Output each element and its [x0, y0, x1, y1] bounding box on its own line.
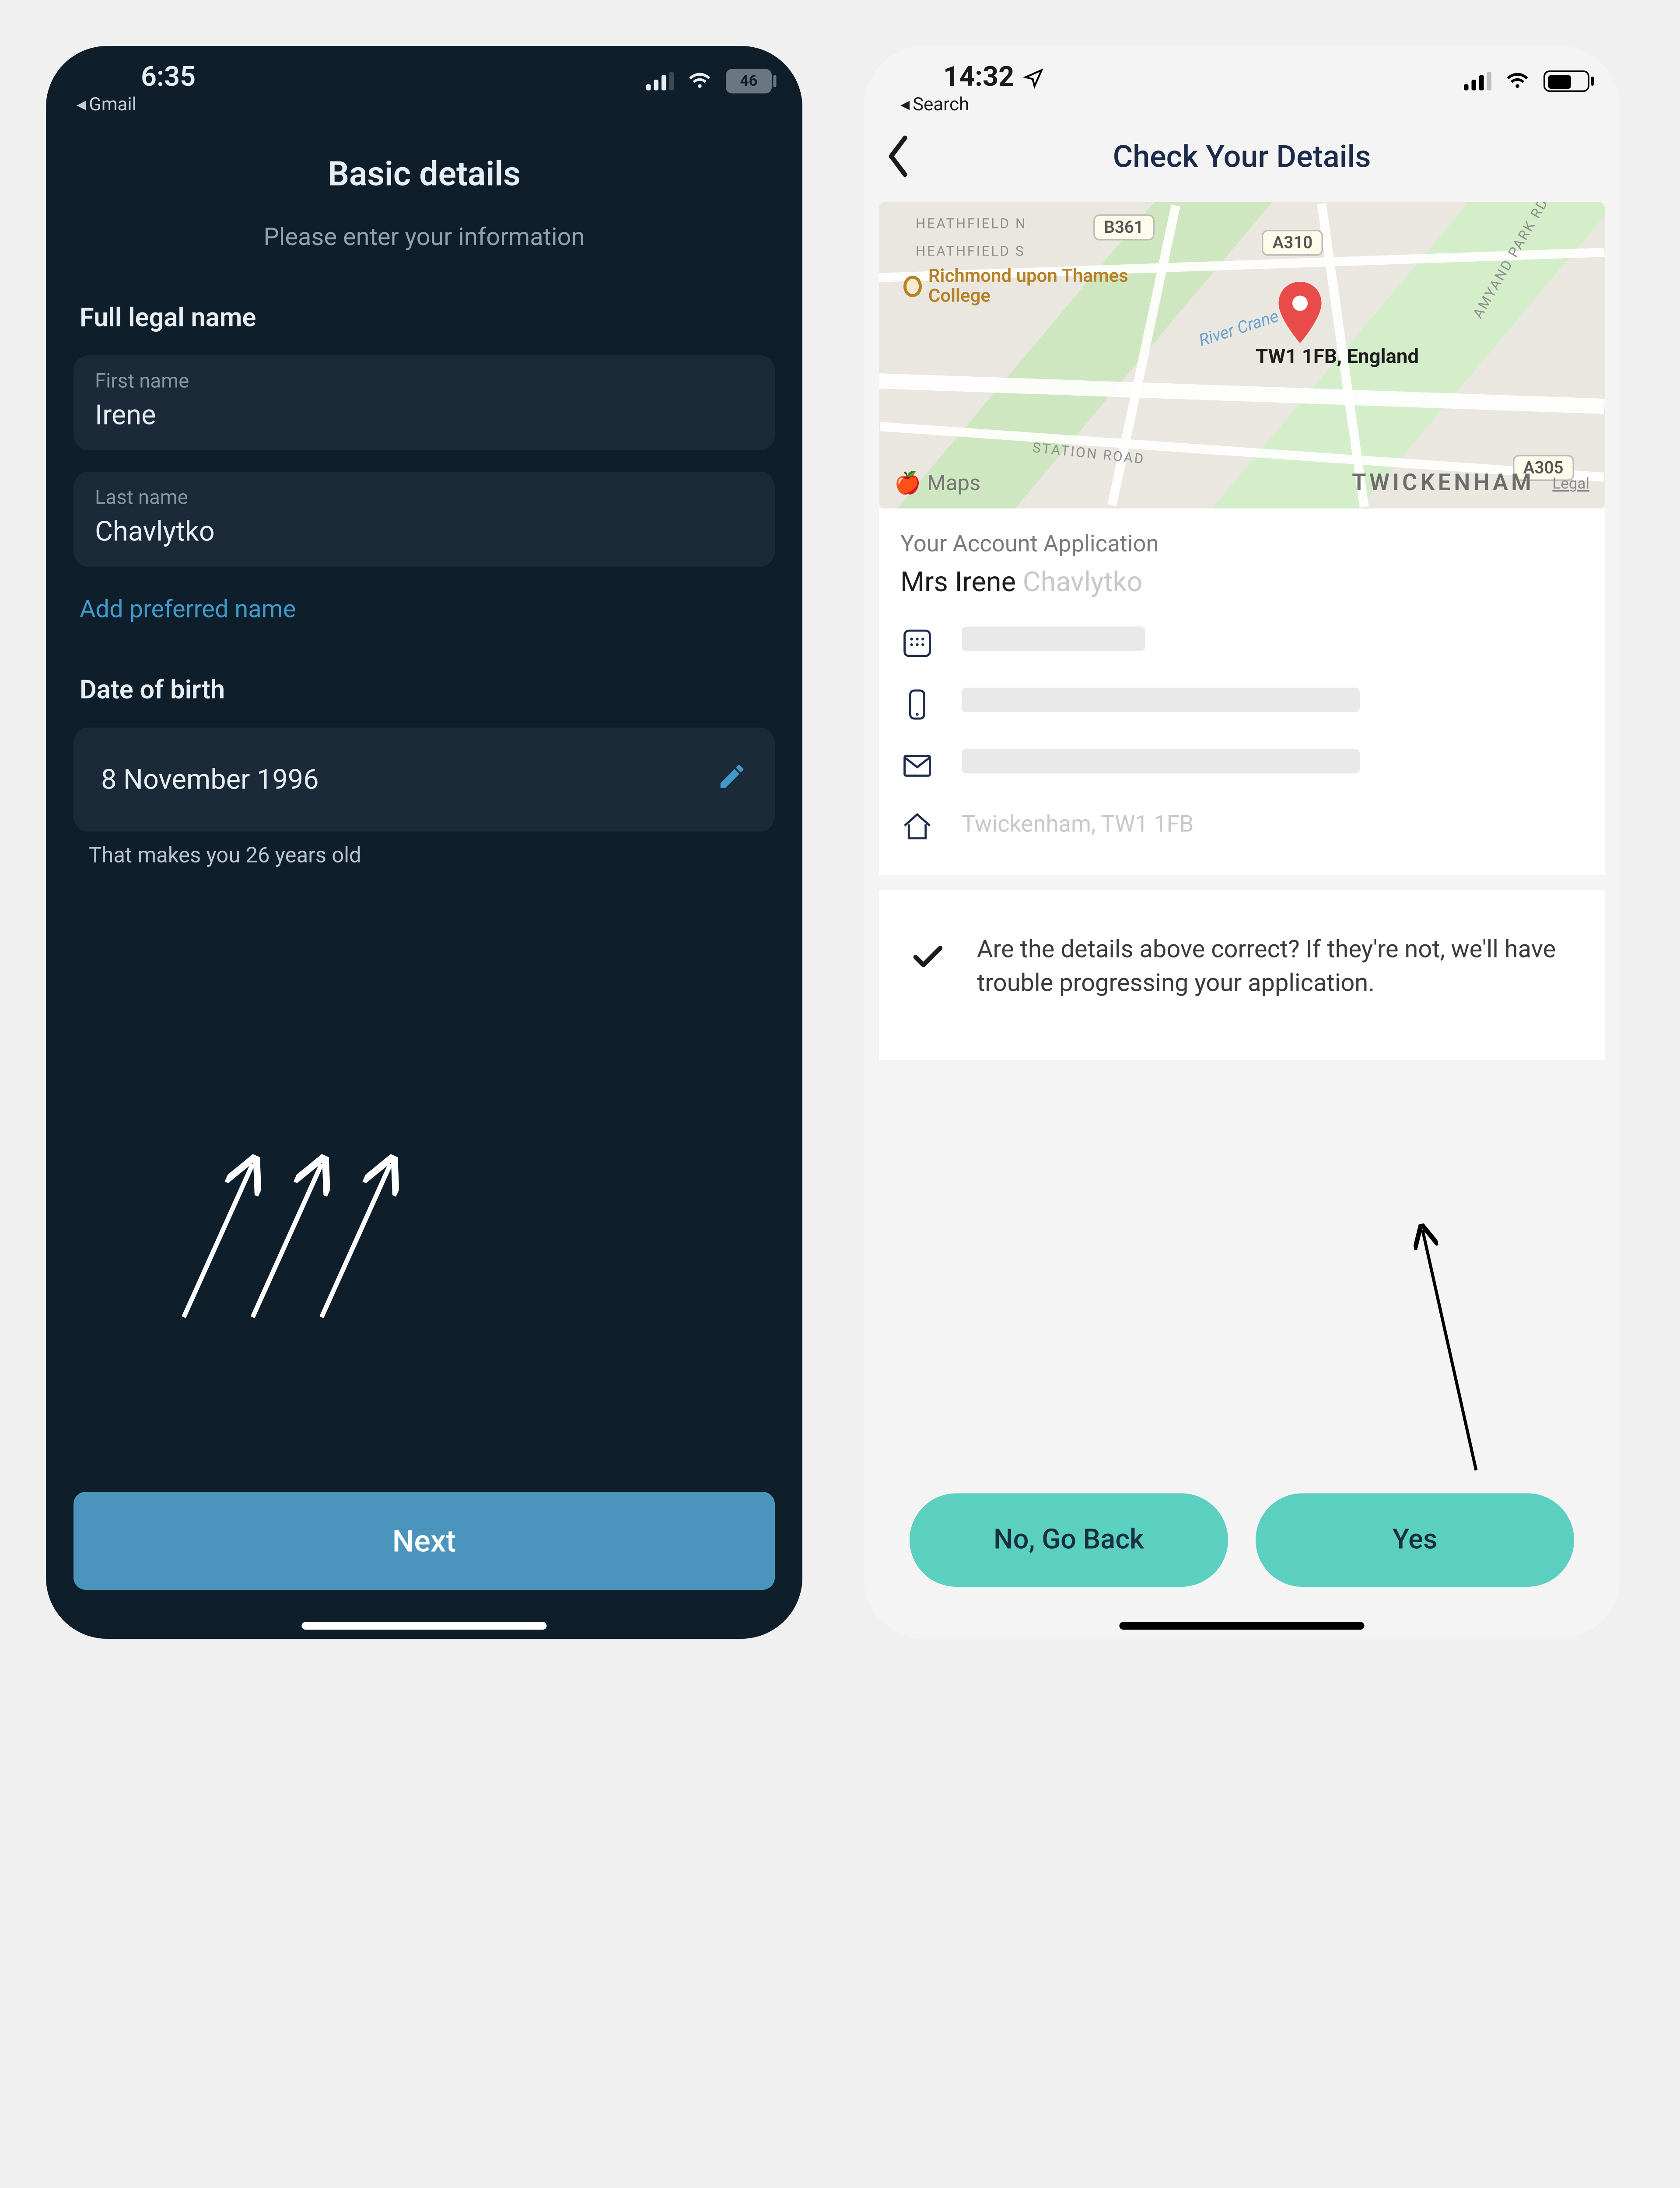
calendar-grid-icon: [900, 627, 934, 660]
screenshot-right: 14:32 ◂ Search Check Your Details HEATHF…: [864, 46, 1620, 1639]
dob-value: 8 November 1996: [101, 764, 319, 796]
wifi-icon: [1504, 67, 1531, 95]
edit-pencil-icon[interactable]: [717, 761, 747, 798]
card-section-label: Your Account Application: [900, 530, 1583, 558]
map-preview[interactable]: HEATHFIELD N HEATHFIELD S STATION ROAD A…: [879, 202, 1605, 508]
redacted-text: [962, 688, 1360, 712]
next-button[interactable]: Next: [74, 1492, 775, 1590]
page-subtitle: Please enter your information: [46, 222, 802, 252]
map-pin-icon: [1277, 282, 1323, 349]
address-text: Twickenham, TW1 1FB: [962, 810, 1194, 840]
annotation-arrow-icon: [1400, 1218, 1507, 1484]
status-bar: 6:35 ◂ Gmail 46: [46, 46, 802, 110]
apple-logo-icon: 🍎: [894, 472, 921, 496]
confirm-card: Are the details above correct? If they'r…: [879, 890, 1605, 1060]
status-time: 6:35: [77, 61, 196, 94]
map-pin-label: TW1 1FB, England: [1256, 346, 1419, 369]
signal-icon: [646, 72, 674, 91]
confirm-buttons: No, Go Back Yes: [910, 1494, 1574, 1587]
street-label: HEATHFIELD N: [916, 217, 1027, 233]
page-title: Basic details: [46, 156, 802, 195]
map-legal-link[interactable]: Legal: [1552, 477, 1589, 494]
map-city-label: TWICKENHAM: [1352, 469, 1534, 496]
full-name-section-label: Full legal name: [80, 303, 769, 334]
home-icon: [900, 810, 934, 844]
poi-dot-icon: [903, 276, 922, 298]
redacted-text: [962, 749, 1360, 774]
last-name-field[interactable]: Last name Chavlytko: [74, 472, 775, 567]
street-label: HEATHFIELD S: [916, 245, 1025, 260]
applicant-name: Mrs Irene Chavlytko: [900, 567, 1583, 599]
no-go-back-button[interactable]: No, Go Back: [910, 1494, 1228, 1587]
detail-row-dob: [900, 627, 1583, 660]
signal-icon: [1464, 72, 1491, 91]
add-preferred-name-link[interactable]: Add preferred name: [80, 594, 296, 624]
detail-row-phone: [900, 688, 1583, 722]
battery-icon: 46: [726, 69, 772, 94]
navbar-title: Check Your Details: [1113, 138, 1371, 175]
first-name-value: Irene: [95, 400, 753, 432]
dob-section-label: Date of birth: [80, 676, 769, 706]
dob-field[interactable]: 8 November 1996: [74, 728, 775, 832]
status-back-app[interactable]: ◂ Search: [894, 94, 969, 115]
detail-row-email: [900, 749, 1583, 783]
first-name-field[interactable]: First name Irene: [74, 355, 775, 450]
screenshot-left: 6:35 ◂ Gmail 46 Basic details Please ent…: [46, 46, 802, 1639]
confirm-text: Are the details above correct? If they'r…: [977, 933, 1574, 999]
phone-icon: [900, 688, 934, 722]
status-time: 14:32: [894, 61, 1045, 94]
last-name-value: Chavlytko: [95, 516, 753, 549]
navbar: Check Your Details: [864, 119, 1620, 193]
last-name-label: Last name: [95, 487, 753, 510]
detail-row-address: Twickenham, TW1 1FB: [900, 810, 1583, 844]
first-name-label: First name: [95, 371, 753, 394]
back-button[interactable]: [885, 135, 913, 184]
redacted-text: [962, 627, 1145, 651]
yes-button[interactable]: Yes: [1256, 1494, 1574, 1587]
mail-icon: [900, 749, 934, 783]
road-badge: A310: [1262, 230, 1323, 256]
back-triangle-icon: ◂: [900, 94, 910, 115]
status-back-app[interactable]: ◂ Gmail: [77, 94, 136, 115]
home-indicator: [1120, 1622, 1365, 1630]
annotation-arrows-icon: [168, 1149, 429, 1339]
map-provider-badge: 🍎 Maps: [894, 472, 980, 496]
account-details-card: Your Account Application Mrs Irene Chavl…: [879, 508, 1605, 875]
road-badge: B361: [1093, 214, 1154, 241]
location-arrow-icon: [1023, 67, 1045, 88]
battery-icon: [1544, 70, 1589, 92]
wifi-icon: [686, 67, 714, 95]
check-icon: [910, 939, 946, 976]
age-caption: That makes you 26 years old: [89, 844, 802, 869]
back-triangle-icon: ◂: [77, 94, 86, 115]
status-bar: 14:32 ◂ Search: [864, 46, 1620, 110]
map-poi: Richmond upon Thames College: [903, 266, 1148, 307]
home-indicator: [302, 1622, 547, 1630]
